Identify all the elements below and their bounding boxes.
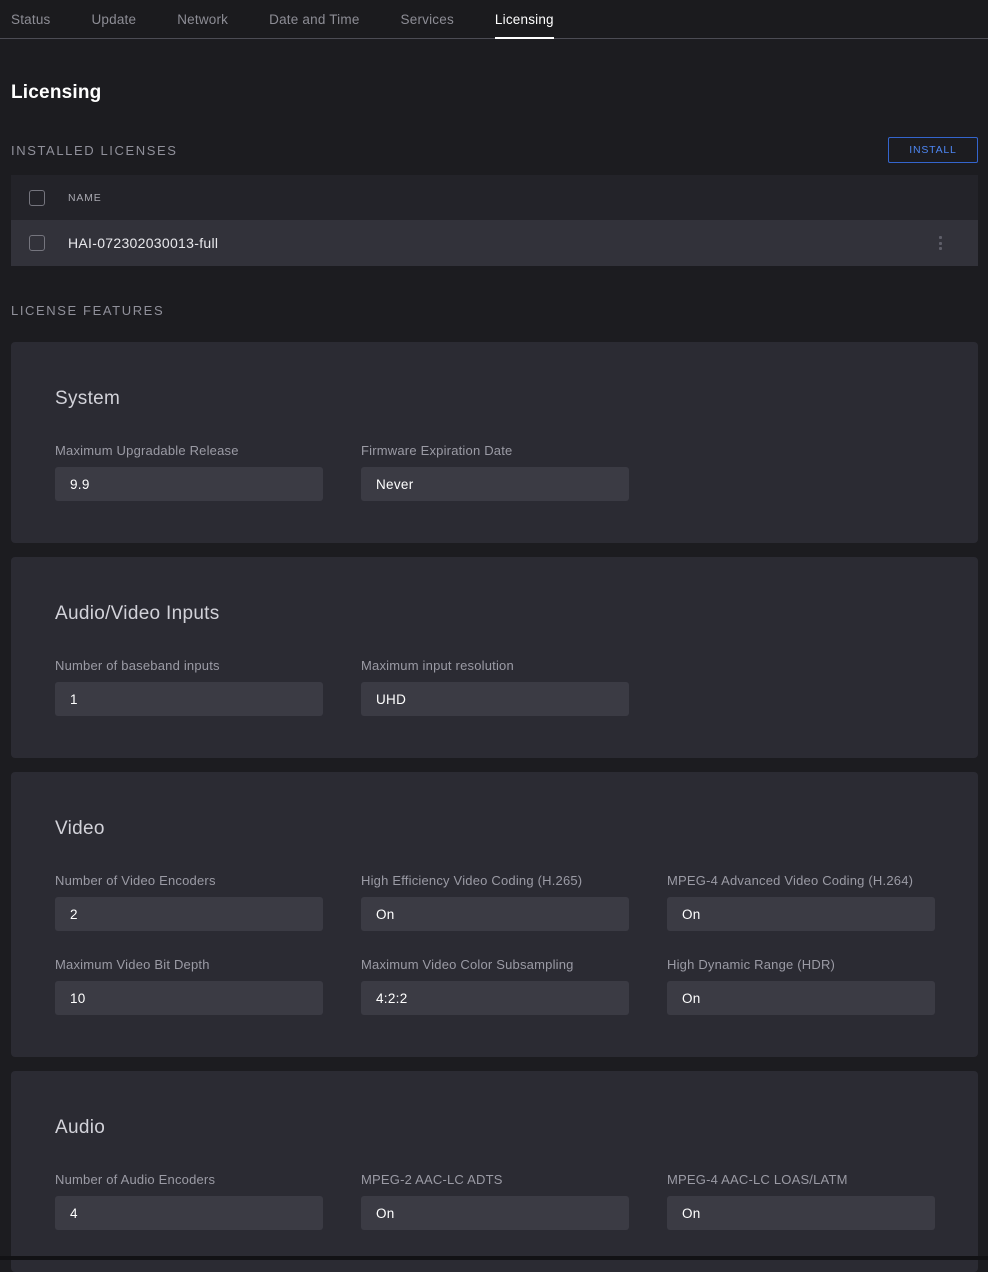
page-content: Licensing INSTALLED LICENSES INSTALL NAM… xyxy=(0,82,988,1272)
field-label: MPEG-4 AAC-LC LOAS/LATM xyxy=(667,1172,935,1187)
field-value[interactable]: 9.9 xyxy=(55,467,323,501)
license-feature-cards: System Maximum Upgradable Release 9.9 Firmw… xyxy=(11,342,978,1272)
licenses-table-header: NAME xyxy=(11,175,978,220)
license-features-label: LICENSE FEATURES xyxy=(11,303,164,318)
feature-field-grid: Number of Video Encoders 2 High Efficiency… xyxy=(55,873,934,1015)
feature-field-high-dynamic-range-hdr: High Dynamic Range (HDR) On xyxy=(667,957,935,1015)
feature-field-number-of-baseband-inputs: Number of baseband inputs 1 xyxy=(55,658,323,716)
field-label: Maximum Video Bit Depth xyxy=(55,957,323,972)
feature-card-title: System xyxy=(55,388,934,410)
licenses-table: NAME HAI-072302030013-full xyxy=(11,175,978,266)
field-value[interactable]: On xyxy=(667,897,935,931)
field-label: Maximum Upgradable Release xyxy=(55,443,323,458)
field-label: High Efficiency Video Coding (H.265) xyxy=(361,873,629,888)
field-label: Maximum Video Color Subsampling xyxy=(361,957,629,972)
feature-card-video: Video Number of Video Encoders 2 High Effic… xyxy=(11,772,978,1057)
field-value[interactable]: 10 xyxy=(55,981,323,1015)
table-row: HAI-072302030013-full xyxy=(11,220,978,266)
feature-field-number-of-video-encoders: Number of Video Encoders 2 xyxy=(55,873,323,931)
license-name: HAI-072302030013-full xyxy=(68,235,932,251)
settings-tab-bar: Status Update Network Date and Time Services… xyxy=(0,0,988,39)
feature-field-maximum-input-resolution: Maximum input resolution UHD xyxy=(361,658,629,716)
feature-card-title: Video xyxy=(55,818,934,840)
tab-status[interactable]: Status xyxy=(11,0,50,38)
select-all-checkbox[interactable] xyxy=(29,190,45,206)
feature-card-title: Audio/Video Inputs xyxy=(55,603,934,625)
tab-network[interactable]: Network xyxy=(177,0,228,38)
install-button[interactable]: INSTALL xyxy=(888,137,978,163)
feature-field-maximum-upgradable-release: Maximum Upgradable Release 9.9 xyxy=(55,443,323,501)
kebab-menu-icon[interactable] xyxy=(932,233,948,253)
field-value[interactable]: On xyxy=(361,1196,629,1230)
field-value[interactable]: On xyxy=(667,981,935,1015)
feature-card-title: Audio xyxy=(55,1117,934,1139)
feature-field-number-of-audio-encoders: Number of Audio Encoders 4 xyxy=(55,1172,323,1230)
feature-field-grid: Number of Audio Encoders 4 MPEG-2 AAC-LC A… xyxy=(55,1172,934,1230)
tab-licensing[interactable]: Licensing xyxy=(495,0,554,38)
field-value[interactable]: 4 xyxy=(55,1196,323,1230)
feature-field-firmware-expiration-date: Firmware Expiration Date Never xyxy=(361,443,629,501)
installed-licenses-header: INSTALLED LICENSES INSTALL xyxy=(11,137,978,163)
field-label: Maximum input resolution xyxy=(361,658,629,673)
field-label: MPEG-2 AAC-LC ADTS xyxy=(361,1172,629,1187)
field-value[interactable]: 2 xyxy=(55,897,323,931)
license-row-checkbox[interactable] xyxy=(29,235,45,251)
field-label: MPEG-4 Advanced Video Coding (H.264) xyxy=(667,873,935,888)
feature-field-mpeg-4-advanced-video-coding-h-264: MPEG-4 Advanced Video Coding (H.264) On xyxy=(667,873,935,931)
tab-services[interactable]: Services xyxy=(401,0,454,38)
feature-card-audio-video-inputs: Audio/Video Inputs Number of baseband inp… xyxy=(11,557,978,758)
page-title: Licensing xyxy=(11,82,978,104)
tab-date-and-time[interactable]: Date and Time xyxy=(269,0,359,38)
field-label: Firmware Expiration Date xyxy=(361,443,629,458)
licenses-table-body: HAI-072302030013-full xyxy=(11,220,978,266)
feature-card-audio: Audio Number of Audio Encoders 4 MPEG-2 AAC… xyxy=(11,1071,978,1272)
field-value[interactable]: On xyxy=(361,897,629,931)
field-label: Number of Video Encoders xyxy=(55,873,323,888)
field-label: Number of Audio Encoders xyxy=(55,1172,323,1187)
feature-card-system: System Maximum Upgradable Release 9.9 Firmw… xyxy=(11,342,978,543)
field-value[interactable]: On xyxy=(667,1196,935,1230)
bottom-edge-strip xyxy=(0,1256,988,1260)
feature-field-high-efficiency-video-coding-h-265: High Efficiency Video Coding (H.265) On xyxy=(361,873,629,931)
field-value[interactable]: Never xyxy=(361,467,629,501)
feature-field-grid: Number of baseband inputs 1 Maximum input … xyxy=(55,658,934,716)
field-value[interactable]: 4:2:2 xyxy=(361,981,629,1015)
feature-field-mpeg-4-aac-lc-loas-latm: MPEG-4 AAC-LC LOAS/LATM On xyxy=(667,1172,935,1230)
field-label: Number of baseband inputs xyxy=(55,658,323,673)
license-features-header: LICENSE FEATURES xyxy=(11,297,978,323)
feature-field-grid: Maximum Upgradable Release 9.9 Firmware Ex… xyxy=(55,443,934,501)
feature-field-maximum-video-color-subsampling: Maximum Video Color Subsampling 4:2:2 xyxy=(361,957,629,1015)
field-value[interactable]: UHD xyxy=(361,682,629,716)
feature-field-mpeg-2-aac-lc-adts: MPEG-2 AAC-LC ADTS On xyxy=(361,1172,629,1230)
field-label: High Dynamic Range (HDR) xyxy=(667,957,935,972)
name-column-header: NAME xyxy=(68,192,102,204)
installed-licenses-label: INSTALLED LICENSES xyxy=(11,143,178,158)
field-value[interactable]: 1 xyxy=(55,682,323,716)
tab-update[interactable]: Update xyxy=(91,0,136,38)
feature-field-maximum-video-bit-depth: Maximum Video Bit Depth 10 xyxy=(55,957,323,1015)
